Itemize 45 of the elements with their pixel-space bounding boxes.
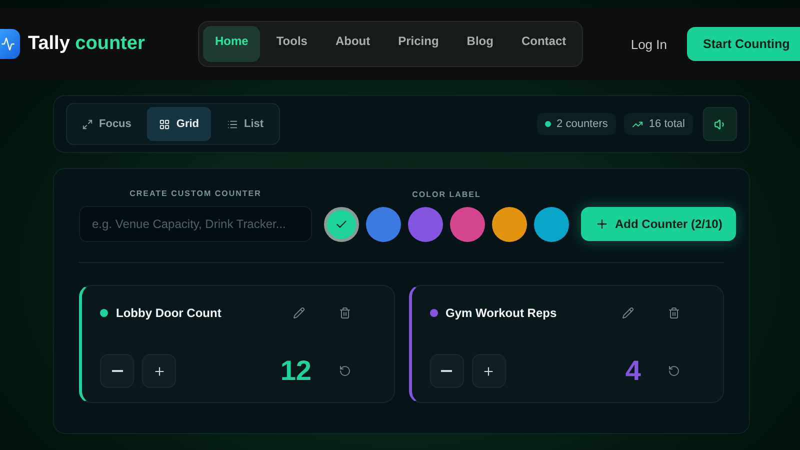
minus-icon (112, 370, 122, 372)
view-tab[interactable]: List (215, 107, 276, 141)
pencil-icon (292, 307, 304, 319)
counters-badge: 2 counters (536, 113, 616, 135)
trash-icon (668, 307, 680, 319)
speaker-icon (714, 118, 726, 130)
total-badge: 16 total (624, 113, 693, 135)
start-counting-button[interactable]: Start Counting (687, 27, 800, 61)
minus-icon (441, 370, 452, 372)
color-swatch[interactable] (324, 207, 359, 242)
reset-icon (338, 365, 350, 377)
plus-icon (482, 364, 495, 378)
color-swatch[interactable] (366, 207, 401, 242)
color-swatch[interactable] (492, 207, 527, 242)
grid-icon (159, 118, 170, 130)
nav-link[interactable]: Blog (454, 26, 506, 62)
view-tab[interactable]: Focus (70, 107, 144, 141)
counter-name: Gym Workout Reps (446, 306, 558, 320)
nav-link[interactable]: Home (203, 26, 260, 62)
counter-name-field[interactable]: e.g. Venue Capacity, Drink Tracker... (79, 206, 312, 242)
color-swatch[interactable] (450, 207, 485, 242)
field-label: CREATE CUSTOM COUNTER (130, 189, 262, 198)
nav-link[interactable]: About (323, 26, 382, 62)
add-counter-button[interactable]: Add Counter (2/10) (581, 207, 736, 241)
color-swatch[interactable] (408, 207, 443, 242)
reset-icon (668, 365, 680, 377)
color-swatch[interactable] (534, 207, 569, 242)
field-label: COLOR LABEL (412, 190, 481, 199)
sound-button[interactable] (703, 107, 737, 141)
view-tab[interactable]: Grid (147, 107, 212, 141)
logo-icon (0, 29, 20, 59)
trash-icon (338, 307, 350, 319)
counter-name: Lobby Door Count (116, 306, 222, 320)
counter-value: 12 (280, 355, 312, 387)
list-icon (227, 118, 238, 130)
nav-link[interactable]: Pricing (386, 26, 451, 62)
expand-icon (82, 118, 93, 130)
nav-link[interactable]: Tools (264, 26, 320, 62)
pencil-icon (622, 307, 634, 319)
plus-icon (595, 217, 609, 231)
login-link[interactable]: Log In (630, 36, 667, 52)
logo-text: Tally counter (28, 33, 145, 55)
nav-link[interactable]: Contact (509, 26, 578, 62)
counter-value: 4 (625, 355, 641, 387)
plus-icon (152, 364, 166, 378)
